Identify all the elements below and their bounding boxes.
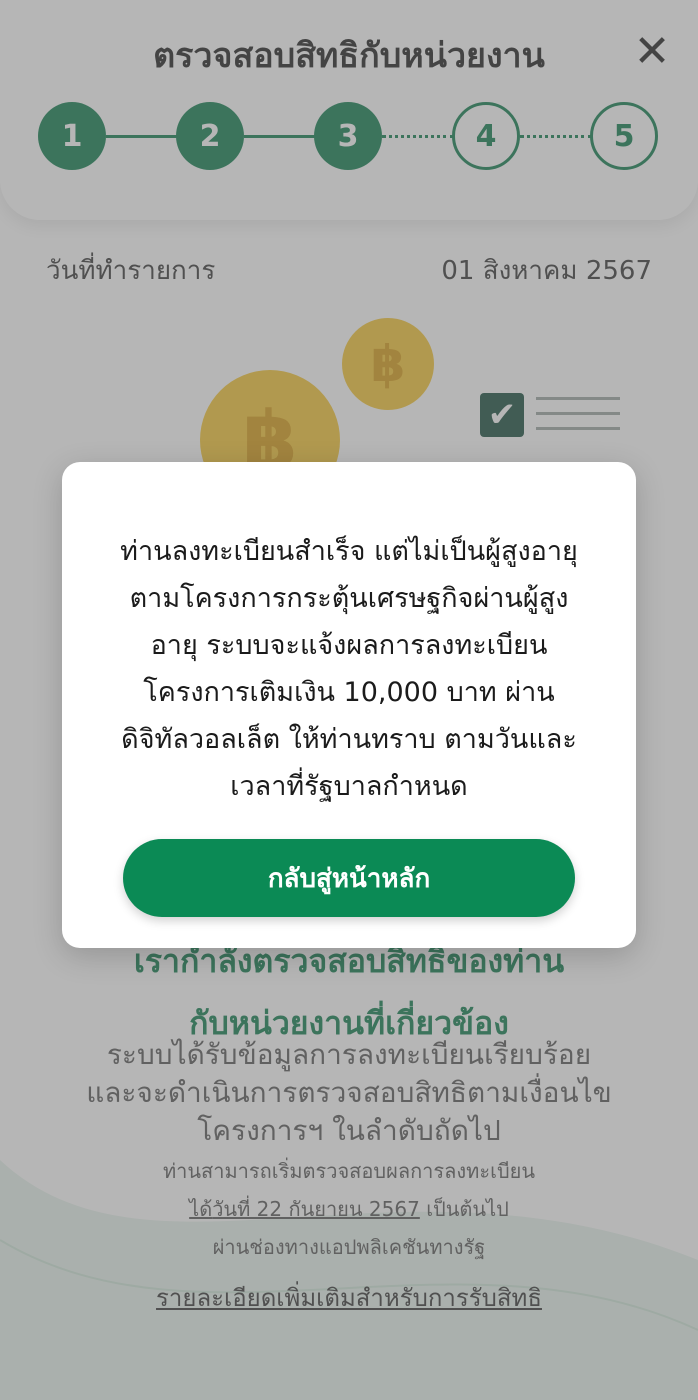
notice-dialog: ท่านลงทะเบียนสำเร็จ แต่ไม่เป็นผู้สูงอายุ… — [62, 462, 636, 948]
dialog-message-line: โครงการเติมเงิน 10,000 บาท ผ่าน — [143, 677, 555, 708]
dialog-message-line: เวลาที่รัฐบาลกำหนด — [230, 771, 468, 802]
dialog-message-line: อายุ ระบบจะแจ้งผลการลงทะเบียน — [150, 630, 548, 661]
dialog-message-line: ตามโครงการกระตุ้นเศรษฐกิจผ่านผู้สูง — [129, 583, 569, 614]
dialog-message-line: ดิจิทัลวอลเล็ต ให้ท่านทราบ ตามวันและ — [121, 724, 577, 755]
back-to-home-button[interactable]: กลับสู่หน้าหลัก — [123, 839, 575, 917]
app-screen: ตรวจสอบสิทธิกับหน่วยงาน ✕ 1 2 3 4 5 วันท… — [0, 0, 698, 1400]
dialog-message: ท่านลงทะเบียนสำเร็จ แต่ไม่เป็นผู้สูงอายุ… — [102, 528, 596, 810]
dialog-message-line: ท่านลงทะเบียนสำเร็จ แต่ไม่เป็นผู้สูงอายุ — [120, 536, 578, 567]
